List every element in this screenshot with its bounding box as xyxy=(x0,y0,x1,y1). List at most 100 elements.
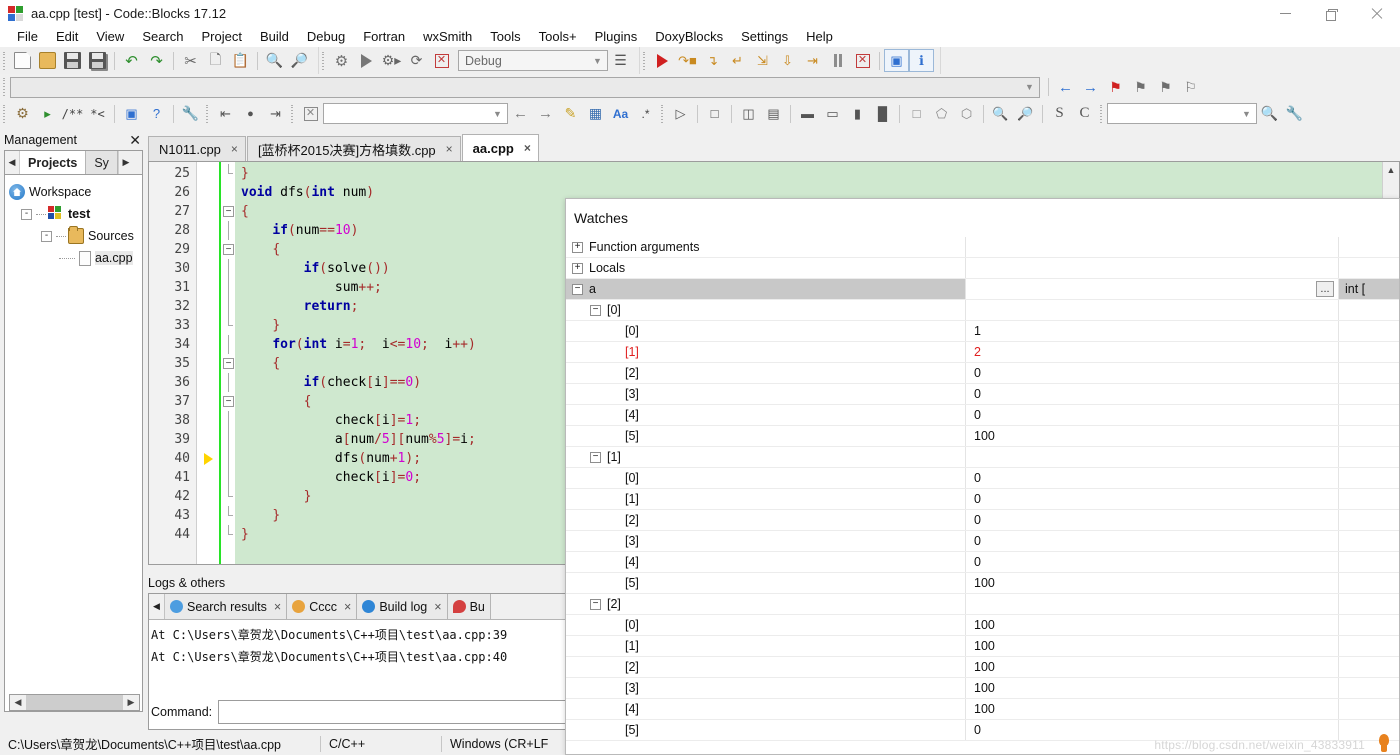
watch-row[interactable]: [1] 0 xyxy=(566,489,1399,510)
chevron-down-icon[interactable]: ▼ xyxy=(490,109,505,119)
collapse-icon[interactable]: − xyxy=(590,598,601,610)
editor-tab-lanqiaobei[interactable]: [蓝桥杯2015决赛]方格填数.cpp × xyxy=(246,136,461,161)
watch-row[interactable]: [4] 0 xyxy=(566,552,1399,573)
watch-row[interactable]: − a... int [ xyxy=(566,279,1399,300)
search-declaration-combo[interactable]: ▼ xyxy=(1107,103,1257,124)
gutter-marker-slot[interactable] xyxy=(197,164,219,183)
rebuild-icon[interactable]: ⟳ xyxy=(404,49,429,72)
management-hscrollbar[interactable]: ◀ ▶ xyxy=(9,694,140,711)
scroll-thumb[interactable] xyxy=(26,695,123,710)
watch-value-cell[interactable]: 0 xyxy=(966,384,1339,404)
align-right-icon[interactable]: ▮ xyxy=(845,102,870,125)
gutter-marker-slot[interactable] xyxy=(197,411,219,430)
menu-item-edit[interactable]: Edit xyxy=(47,27,87,47)
next-line-icon[interactable]: ↷■ xyxy=(675,49,700,72)
collapse-icon[interactable]: − xyxy=(572,283,583,295)
fold-line[interactable] xyxy=(221,335,235,354)
gutter-marker-slot[interactable] xyxy=(197,316,219,335)
watch-name-cell[interactable]: [0] xyxy=(566,615,966,635)
menu-item-file[interactable]: File xyxy=(8,27,47,47)
fold-line[interactable] xyxy=(221,468,235,487)
toolbar-grip[interactable] xyxy=(1098,103,1105,124)
fold-line[interactable] xyxy=(221,278,235,297)
menu-item-help[interactable]: Help xyxy=(797,27,842,47)
paste-icon[interactable]: 📋 xyxy=(228,49,253,72)
fold-end[interactable] xyxy=(221,316,235,335)
close-icon[interactable]: × xyxy=(231,142,238,156)
previous-bookmark-icon[interactable]: ⚑ xyxy=(1128,76,1153,99)
toggle-bookmark-icon[interactable]: ⚑ xyxy=(1103,76,1128,99)
scroll-right-icon[interactable]: ▶ xyxy=(123,695,139,710)
watch-value-cell[interactable]: 0 xyxy=(966,510,1339,530)
gutter-marker-slot[interactable] xyxy=(197,335,219,354)
doxywizard-icon[interactable]: ▣ xyxy=(119,102,144,125)
fold-collapse-icon[interactable]: − xyxy=(221,354,235,373)
collapse-icon[interactable]: - xyxy=(21,208,32,220)
toolbar-grip[interactable] xyxy=(1,103,8,124)
home-icon[interactable]: ● xyxy=(238,102,263,125)
wildcard-icon[interactable]: .* xyxy=(633,102,658,125)
insert-symbol-icon[interactable]: ▦ xyxy=(583,102,608,125)
watch-name-cell[interactable]: + Function arguments xyxy=(566,237,966,257)
watch-name-cell[interactable]: [3] xyxy=(566,384,966,404)
watch-name-cell[interactable]: − [0] xyxy=(566,300,966,320)
current-line-arrow-icon[interactable] xyxy=(197,449,219,468)
watch-value-cell[interactable]: 0 xyxy=(966,363,1339,383)
watch-row[interactable]: [3] 100 xyxy=(566,678,1399,699)
replace-icon[interactable]: 🔎 xyxy=(287,49,312,72)
watch-value-cell[interactable] xyxy=(966,300,1339,320)
gutter-marker-slot[interactable] xyxy=(197,392,219,411)
fold-line[interactable] xyxy=(221,297,235,316)
menu-item-debug[interactable]: Debug xyxy=(298,27,354,47)
forward-icon[interactable]: ⇥ xyxy=(263,102,288,125)
gutter-marker-slot[interactable] xyxy=(197,354,219,373)
watch-value-cell[interactable]: 100 xyxy=(966,426,1339,446)
watch-name-cell[interactable]: − [1] xyxy=(566,447,966,467)
menu-item-fortran[interactable]: Fortran xyxy=(354,27,414,47)
watch-row[interactable]: − [1] xyxy=(566,447,1399,468)
watch-row[interactable]: [2] 100 xyxy=(566,657,1399,678)
menu-item-tools[interactable]: Tools xyxy=(481,27,529,47)
menu-item-project[interactable]: Project xyxy=(193,27,251,47)
code-line[interactable]: } xyxy=(235,164,1399,183)
open-file-icon[interactable] xyxy=(35,49,60,72)
break-debugger-icon[interactable] xyxy=(825,49,850,72)
comment-block-icon[interactable]: /** xyxy=(60,102,85,125)
step-into-icon[interactable]: ↴ xyxy=(700,49,725,72)
watches-grid[interactable]: + Function arguments + Locals − a... int [− [0]… xyxy=(566,237,1399,754)
editor-tab-n1011[interactable]: N1011.cpp × xyxy=(148,136,246,161)
fold-line[interactable] xyxy=(221,221,235,240)
symbol-combo[interactable]: ▼ xyxy=(323,103,508,124)
back-icon[interactable]: ⇤ xyxy=(213,102,238,125)
watch-value-cell[interactable]: 100 xyxy=(966,573,1339,593)
watch-row[interactable]: [3] 0 xyxy=(566,384,1399,405)
clear-icon[interactable]: ✕ xyxy=(298,102,323,125)
clear-bookmarks-icon[interactable]: ⚐ xyxy=(1178,76,1203,99)
watch-row[interactable]: − [0] xyxy=(566,300,1399,321)
wrench-icon[interactable]: 🔧 xyxy=(1282,102,1307,125)
watch-value-cell[interactable]: 0 xyxy=(966,552,1339,572)
watch-name-cell[interactable]: [3] xyxy=(566,678,966,698)
panel-icon[interactable]: □ xyxy=(702,102,727,125)
debug-continue-icon[interactable] xyxy=(650,49,675,72)
gutter-marker-slot[interactable] xyxy=(197,487,219,506)
watch-row[interactable]: [1] 100 xyxy=(566,636,1399,657)
align-fill-icon[interactable]: █ xyxy=(870,102,895,125)
align-left-icon[interactable]: ▬ xyxy=(795,102,820,125)
watch-value-cell[interactable]: 0 xyxy=(966,489,1339,509)
watch-name-cell[interactable]: [1] xyxy=(566,489,966,509)
log-tab-search-results[interactable]: Search results × xyxy=(165,594,288,619)
next-symbol-icon[interactable]: → xyxy=(533,102,558,125)
log-tab-build-messages[interactable]: Bu xyxy=(447,594,491,619)
close-icon[interactable]: ✕ xyxy=(129,132,141,149)
watch-row[interactable]: − [2] xyxy=(566,594,1399,615)
collapse-icon[interactable]: - xyxy=(41,230,52,242)
run-to-cursor-icon[interactable]: ⇥ xyxy=(800,49,825,72)
watch-value-cell[interactable] xyxy=(966,447,1339,467)
watch-value-cell[interactable]: 100 xyxy=(966,699,1339,719)
align-center-icon[interactable]: ▭ xyxy=(820,102,845,125)
scroll-up-icon[interactable]: ▲ xyxy=(1383,162,1399,178)
gutter-marker-slot[interactable] xyxy=(197,297,219,316)
zoom-in-icon[interactable]: 🔍 xyxy=(988,102,1013,125)
watch-row[interactable]: [5] 100 xyxy=(566,573,1399,594)
